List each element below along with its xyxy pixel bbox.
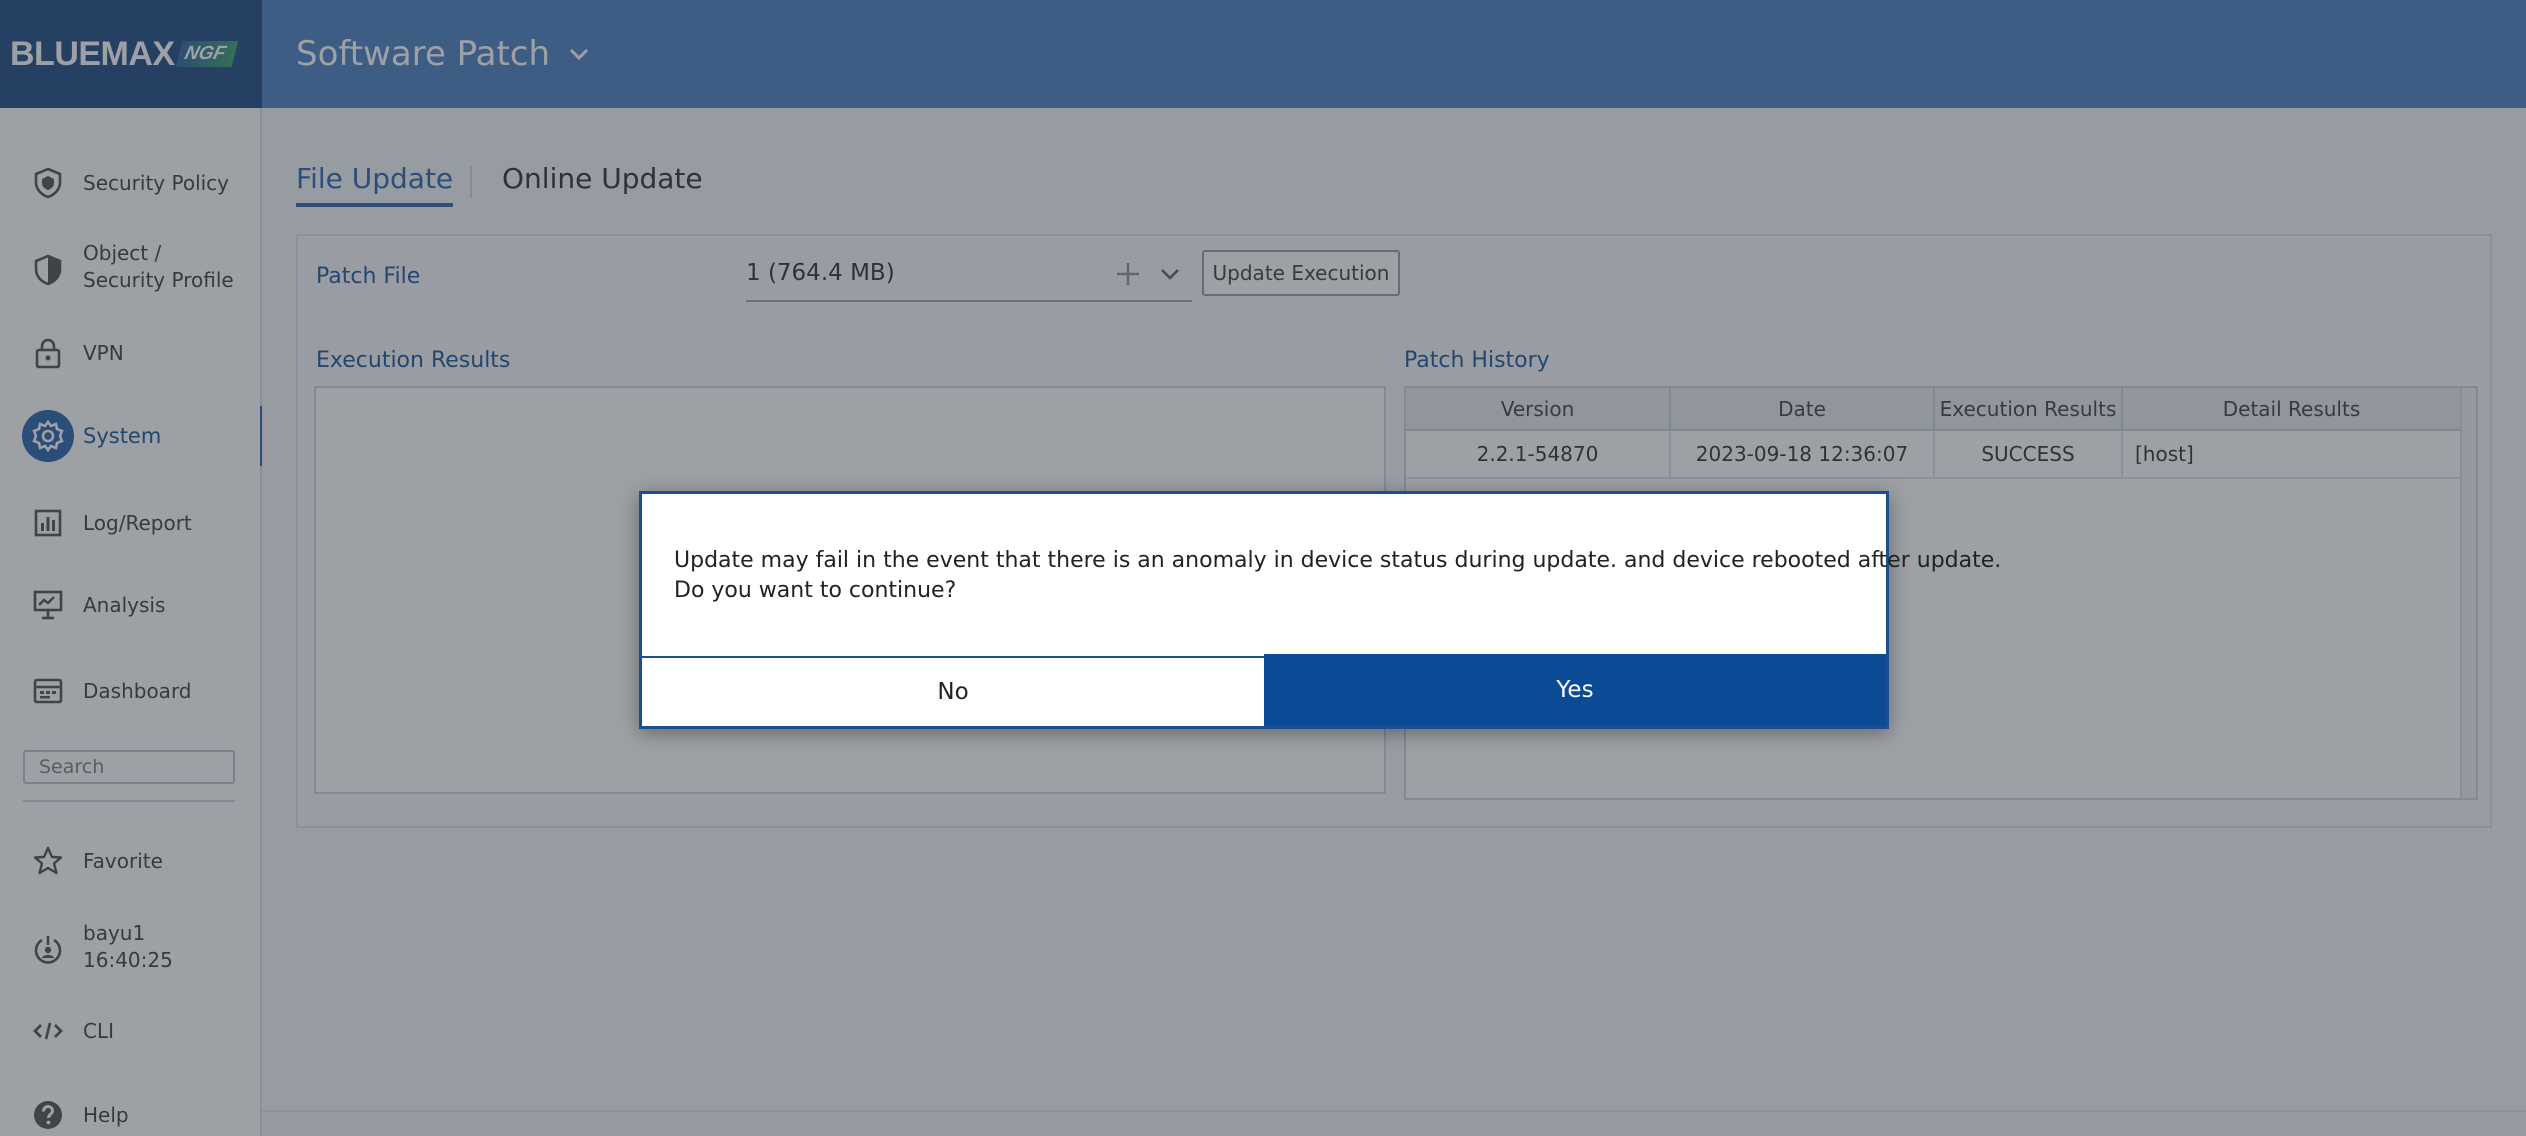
dialog-message: Update may fail in the event that there …	[674, 546, 2002, 606]
yes-button[interactable]: Yes	[1264, 654, 1886, 726]
dialog-message-line1: Update may fail in the event that there …	[674, 548, 2002, 573]
dialog-message-line2: Do you want to continue?	[674, 578, 957, 603]
no-button[interactable]: No	[642, 656, 1264, 726]
confirm-dialog: Update may fail in the event that there …	[639, 491, 2002, 729]
